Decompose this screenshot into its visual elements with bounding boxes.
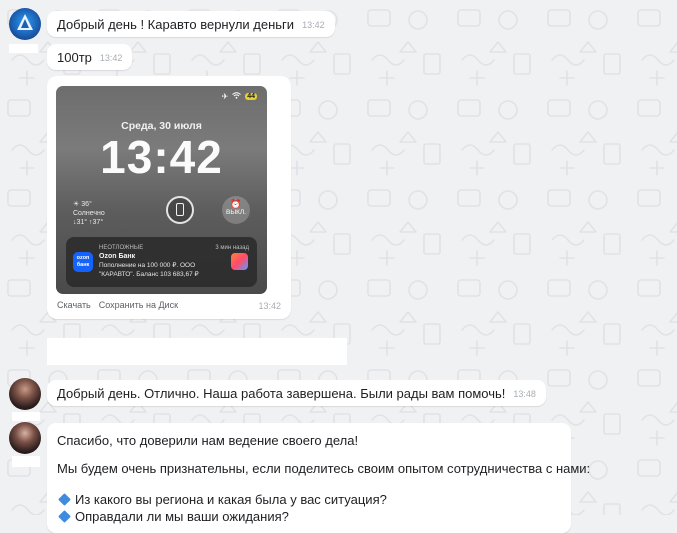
agent-avatar[interactable]: [9, 422, 41, 454]
agent-name-redacted: [12, 456, 40, 467]
question-item: Из какого вы региона и какая была у вас …: [57, 491, 387, 508]
message-time: 13:42: [258, 301, 281, 311]
weather-range: ↓31° ↑37°: [73, 219, 104, 226]
sun-icon: ☀: [73, 201, 80, 208]
message-bubble[interactable]: Спасибо, что доверили нам ведение своего…: [47, 423, 590, 533]
message-bubble[interactable]: 100тр 13:42: [47, 44, 133, 70]
message-time: 13:42: [99, 53, 123, 63]
alarm-label: ВЫКЛ.: [226, 209, 246, 216]
redacted-block: [47, 338, 347, 365]
weather-temp: 36°: [81, 201, 92, 208]
weather-widget: ☀ 36° Солнечно ↓31° ↑37°: [73, 200, 105, 227]
battery-indicator: 44: [245, 93, 257, 100]
notification-title: Ozon Банк: [99, 253, 136, 260]
wifi-icon: [232, 92, 242, 101]
lockscreen-clock: 13:42: [100, 131, 223, 183]
agent-name-redacted: [12, 412, 40, 421]
sender-avatar[interactable]: [9, 8, 41, 40]
download-link[interactable]: Скачать: [57, 300, 91, 310]
phone-widget-icon: [166, 196, 194, 224]
alarm-widget: ⏰ ВЫКЛ.: [222, 196, 250, 224]
message-text: Добрый день. Отлично. Наша работа заверш…: [57, 386, 506, 401]
lockscreen-screenshot[interactable]: ✈ 44 Среда, 30 июля 13:42 ☀ 36° Солнечно…: [56, 86, 267, 294]
question-text: Из какого вы региона и какая была у вас …: [75, 492, 387, 507]
message-time: 13:48: [513, 389, 536, 399]
blue-diamond-icon: [58, 493, 71, 506]
sender-name-redacted: [9, 44, 38, 53]
airplane-icon: ✈: [221, 92, 229, 101]
message-time: 13:42: [302, 20, 325, 30]
weather-condition: Солнечно: [73, 210, 105, 217]
question-item: Оправдали ли мы ваши ожидания?: [57, 508, 289, 525]
bank-notification: ozon банк НЕОТЛОЖНЫЕ 3 мин назад Ozon Ба…: [66, 237, 257, 287]
logo-icon: [17, 14, 33, 30]
photo-message[interactable]: ✈ 44 Среда, 30 июля 13:42 ☀ 36° Солнечно…: [47, 76, 291, 319]
message-text: Мы будем очень признательны, если подели…: [57, 461, 591, 476]
message-text: 100тр: [57, 50, 92, 65]
agent-avatar[interactable]: [9, 378, 41, 410]
message-bubble[interactable]: Добрый день ! Каравто вернули деньги 13:4…: [47, 11, 335, 37]
notification-line-1: Пополнение на 100 000 ₽. ООО: [99, 262, 196, 269]
message-bubble[interactable]: Добрый день. Отлично. Наша работа заверш…: [47, 380, 546, 406]
photo-actions: Скачать Сохранить на Диск: [57, 300, 186, 310]
message-text: Добрый день ! Каравто вернули деньги: [57, 17, 295, 32]
ozon-bank-logo: ozon банк: [73, 252, 93, 272]
message-text: Спасибо, что доверили нам ведение своего…: [57, 433, 359, 448]
save-to-disk-link[interactable]: Сохранить на Диск: [99, 300, 178, 310]
notification-line-2: "КАРАВТО". Баланс 103 683,67 ₽: [99, 271, 199, 278]
alarm-icon: ⏰: [230, 199, 242, 209]
question-text: Оправдали ли мы ваши ожидания?: [75, 509, 289, 524]
status-bar: ✈ 44: [221, 92, 257, 101]
wallet-icon: [231, 253, 248, 270]
blue-diamond-icon: [58, 510, 71, 523]
notification-age: 3 мин назад: [215, 245, 249, 251]
